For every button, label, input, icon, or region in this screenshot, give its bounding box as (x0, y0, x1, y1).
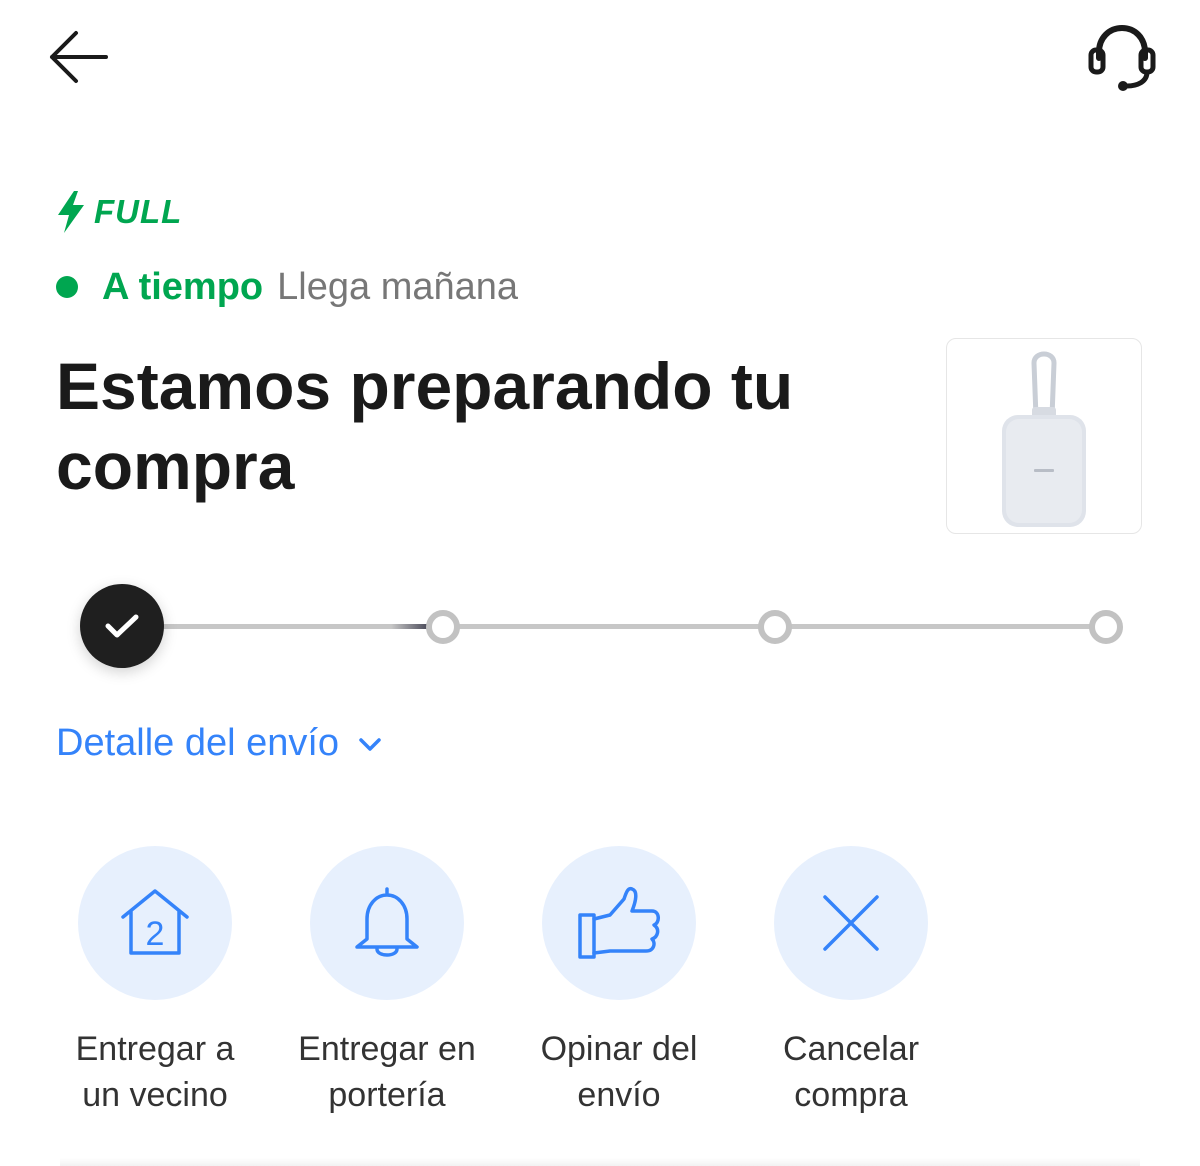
status-dot-icon (56, 276, 78, 298)
step-completed (80, 584, 164, 668)
house-2-icon: 2 (121, 889, 189, 955)
action-icon-circle (774, 846, 928, 1000)
check-icon (105, 614, 139, 638)
status-label: A tiempo (102, 265, 264, 308)
top-bar (0, 0, 1200, 120)
headset-icon (1088, 24, 1156, 91)
shipping-detail-link[interactable]: Detalle del envío (56, 722, 383, 765)
section-divider (60, 1158, 1140, 1166)
action-icon-circle (542, 846, 696, 1000)
progress-line (774, 624, 1106, 629)
action-label: Cancelar compra (782, 1030, 920, 1114)
shipment-progress-tracker (0, 560, 1200, 700)
chevron-down-icon (359, 737, 381, 751)
shipping-detail-label: Detalle del envío (56, 722, 340, 764)
shipment-actions: 2 Entregar a un vecino Entregar en porte… (58, 846, 978, 1126)
page-title: Estamos preparando tu compra (56, 349, 794, 503)
deliver-to-neighbor-button[interactable]: 2 Entregar a un vecino (58, 846, 252, 1118)
power-bank-image (1002, 351, 1086, 527)
full-badge: FULL (54, 188, 182, 236)
action-icon-circle: 2 (78, 846, 232, 1000)
action-icon-circle (310, 846, 464, 1000)
action-label: Entregar a un vecino (75, 1030, 235, 1114)
deliver-to-reception-button[interactable]: Entregar en portería (290, 846, 484, 1118)
delivery-status: A tiempo Llega mañana (54, 262, 518, 312)
arrow-left-icon (50, 31, 108, 83)
lightning-bolt-icon (58, 191, 84, 233)
thumbs-up-icon (578, 886, 660, 959)
progress-line (160, 624, 442, 629)
step-pending (758, 610, 792, 644)
status-detail: Llega mañana (277, 265, 519, 308)
cancel-purchase-button[interactable]: Cancelar compra (754, 846, 948, 1118)
action-label: Entregar en portería (298, 1030, 476, 1114)
full-badge-label: FULL (94, 193, 183, 230)
product-thumbnail[interactable] (946, 338, 1142, 534)
bell-icon (355, 887, 419, 957)
rate-shipping-button[interactable]: Opinar del envío (522, 846, 716, 1118)
back-button[interactable] (40, 22, 116, 92)
help-button[interactable] (1080, 20, 1164, 96)
svg-text:2: 2 (146, 915, 165, 953)
progress-line (442, 624, 774, 629)
action-label: Opinar del envío (540, 1030, 698, 1114)
step-pending (1089, 610, 1123, 644)
step-pending (426, 610, 460, 644)
close-icon (823, 895, 879, 951)
